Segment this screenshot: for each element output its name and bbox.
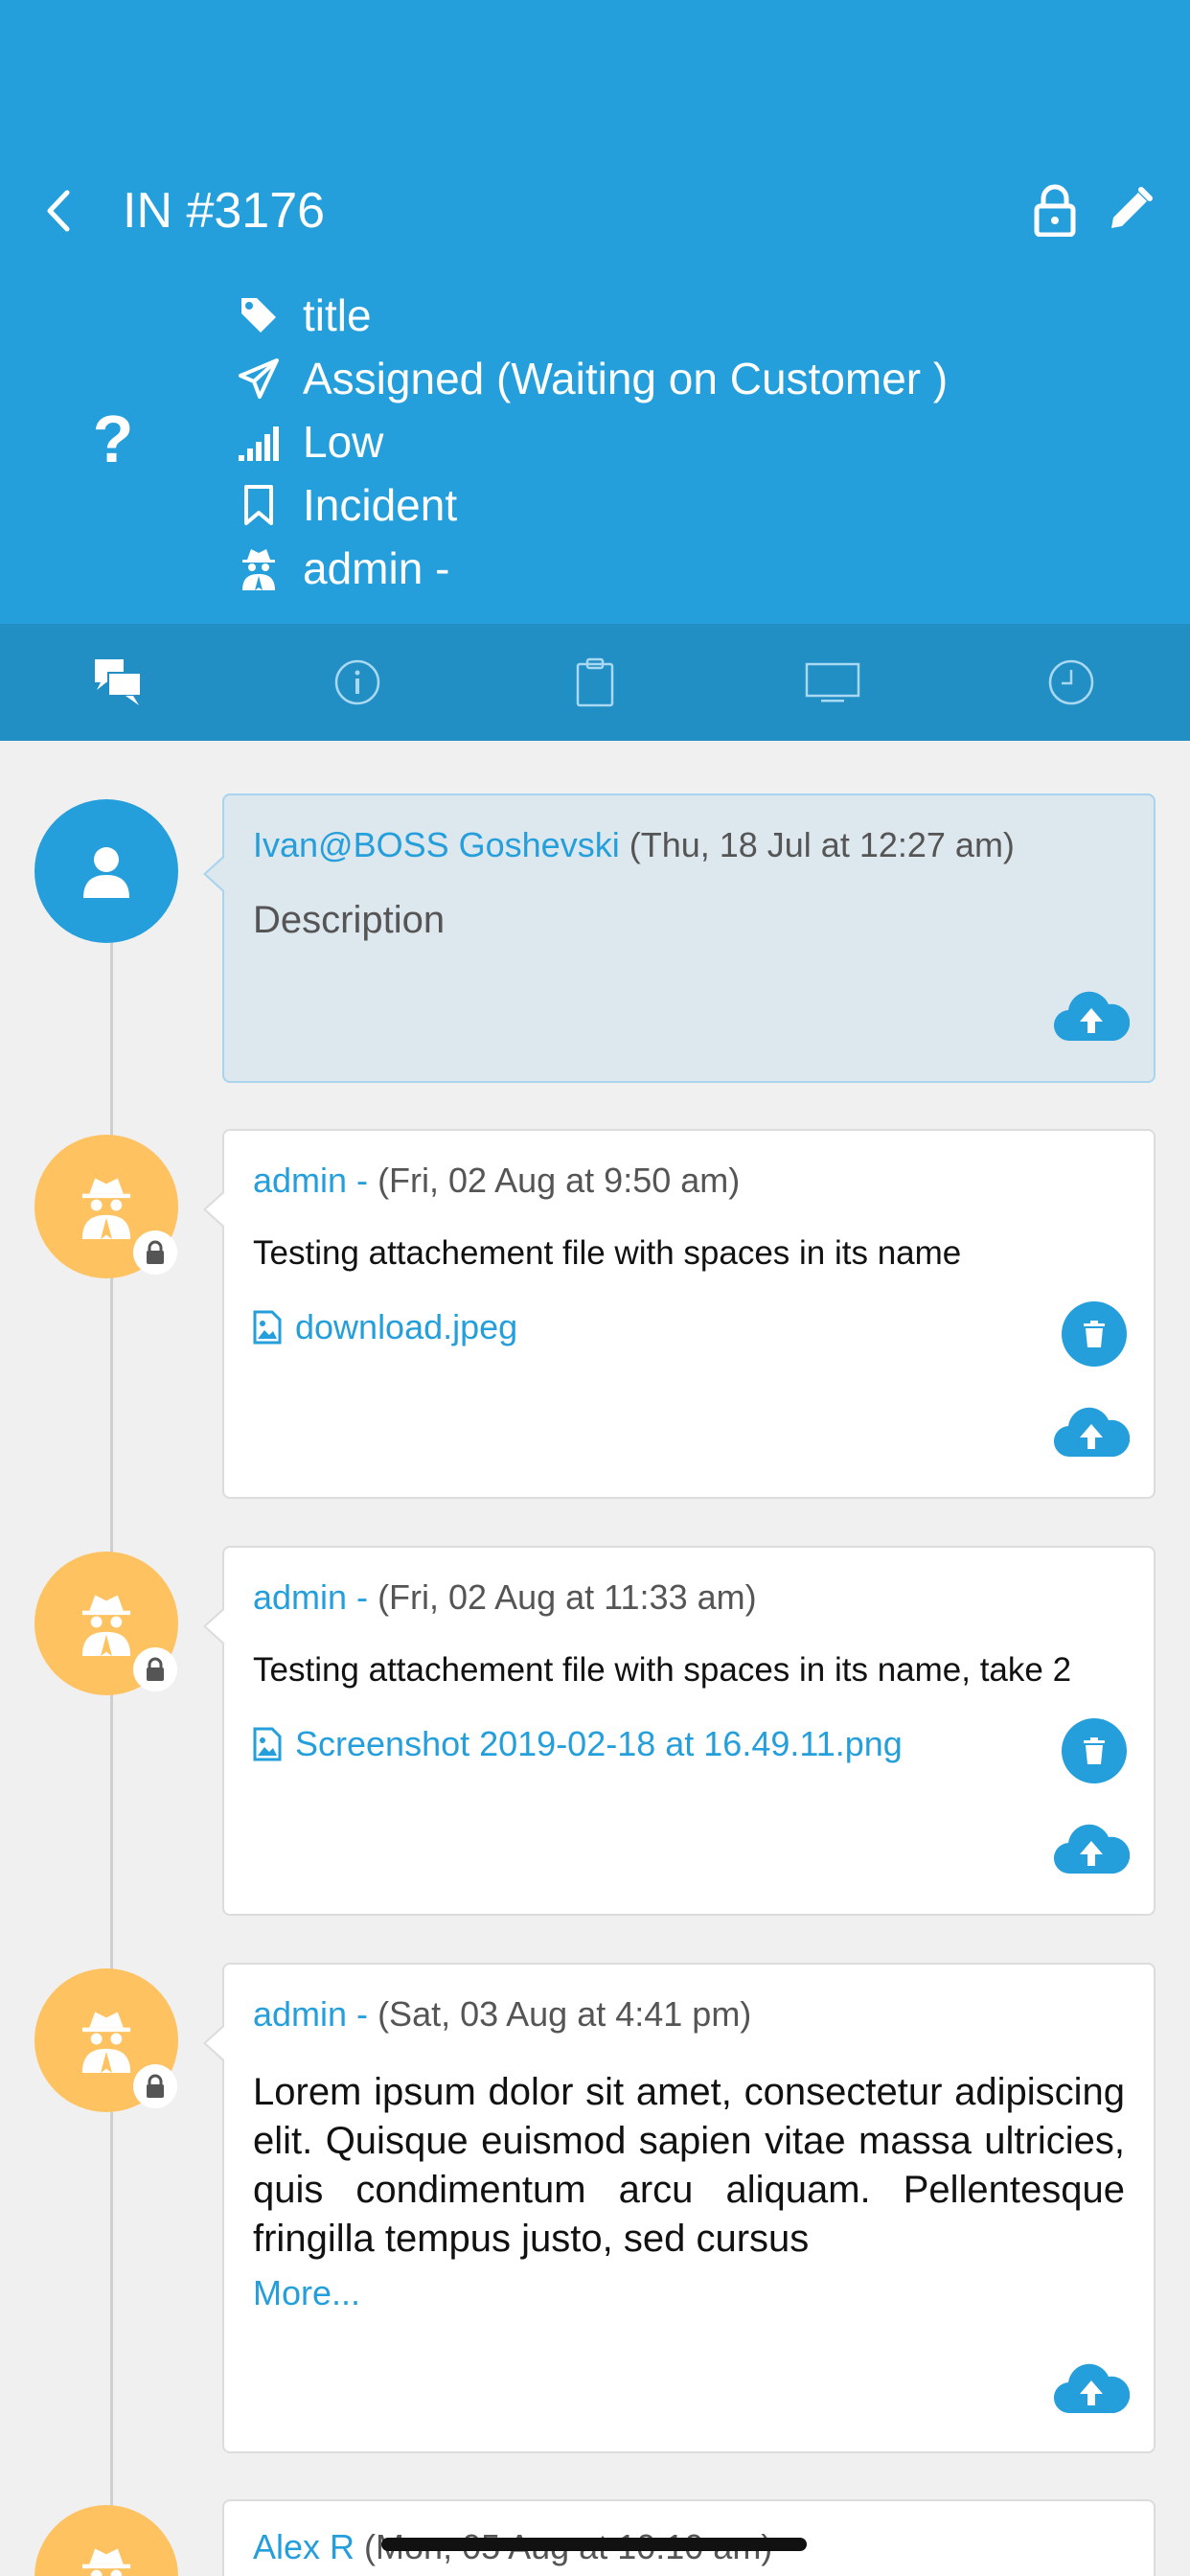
upload-button[interactable] [1052, 1818, 1131, 1877]
lock-icon [147, 1240, 164, 1264]
delete-attachment-button[interactable] [1062, 1718, 1127, 1783]
trash-icon [1084, 1737, 1105, 1764]
meta-status-row: Assigned (Waiting on Customer ) [236, 347, 948, 410]
meta-title-row: title [236, 284, 372, 347]
user-icon [83, 847, 129, 898]
agent-spy-icon [81, 1595, 131, 1656]
card-header: Ivan@BOSS Goshevski (Thu, 18 Jul at 12:2… [253, 824, 1015, 866]
meta-title: title [303, 290, 372, 340]
tab-history[interactable] [952, 624, 1190, 741]
avatar [34, 2505, 178, 2576]
agent-spy-icon [81, 1178, 131, 1239]
detail-tab-bar [0, 624, 1190, 741]
pencil-icon [1111, 187, 1153, 228]
clock-icon [1048, 659, 1094, 705]
meta-priority-row: Low [236, 410, 383, 473]
tab-tasks[interactable] [476, 624, 714, 741]
timeline-line [110, 843, 113, 2576]
page-title: IN #3176 [123, 183, 326, 239]
cloud-upload-icon [1054, 1824, 1130, 1874]
attachment-link[interactable]: Screenshot 2019-02-18 at 16.49.11.png [253, 1724, 903, 1764]
avatar [34, 799, 178, 943]
tab-conversation[interactable] [0, 624, 238, 741]
note-text: Lorem ipsum dolor sit amet, consectetur … [253, 2071, 1125, 2260]
private-badge [133, 2064, 177, 2108]
author-link[interactable]: admin - [253, 1161, 368, 1200]
lock-icon [1034, 184, 1076, 237]
chevron-left-icon [47, 190, 70, 232]
card-header: admin - (Sat, 03 Aug at 4:41 pm) [253, 1993, 751, 2036]
note-card: admin - (Fri, 02 Aug at 9:50 am) Testing… [203, 1129, 1156, 1499]
bookmark-icon [236, 482, 282, 528]
upload-button[interactable] [1052, 2358, 1131, 2417]
private-badge [133, 1230, 177, 1275]
signal-bars-icon [236, 419, 282, 465]
upload-button[interactable] [1052, 985, 1131, 1045]
clipboard-icon [576, 657, 614, 707]
send-icon [236, 356, 282, 402]
cloud-upload-icon [1054, 2363, 1130, 2414]
lock-button[interactable] [1023, 178, 1087, 242]
attachment-link[interactable]: download.jpeg [253, 1307, 517, 1347]
description-text: Description [253, 899, 446, 941]
agent-spy-icon [81, 2548, 131, 2576]
info-icon [334, 659, 379, 705]
image-file-icon [253, 1310, 282, 1345]
note-card: admin - (Sat, 03 Aug at 4:41 pm) Lorem i… [203, 1963, 1156, 2453]
meta-agent-row: admin - [236, 537, 449, 600]
edit-button[interactable] [1098, 178, 1161, 242]
image-file-icon [253, 1727, 282, 1761]
avatar [34, 1968, 178, 2112]
trash-icon [1084, 1321, 1105, 1347]
cloud-upload-icon [1054, 991, 1130, 1042]
card-pointer-inner [206, 2026, 225, 2060]
tab-devices[interactable] [714, 624, 951, 741]
private-badge [133, 1647, 177, 1691]
attachment-name: download.jpeg [295, 1307, 518, 1346]
meta-agent: admin - [303, 543, 450, 593]
author-link[interactable]: admin - [253, 1994, 368, 2034]
timestamp: (Fri, 02 Aug at 9:50 am) [378, 1161, 741, 1200]
upload-button[interactable] [1052, 1401, 1131, 1460]
meta-type: Incident [303, 480, 458, 530]
ticket-header: IN #3176 ? title Assigned (Waiting on Cu… [0, 0, 1190, 624]
meta-priority: Low [303, 417, 384, 467]
meta-type-row: Incident [236, 473, 457, 537]
more-link[interactable]: More... [253, 2273, 360, 2313]
back-button[interactable] [34, 182, 82, 240]
note-card: admin - (Fri, 02 Aug at 11:33 am) Testin… [203, 1546, 1156, 1916]
meta-status: Assigned (Waiting on Customer ) [303, 354, 949, 403]
card-pointer-inner [206, 1609, 225, 1644]
author-link[interactable]: Ivan@BOSS Goshevski [253, 825, 620, 864]
home-indicator[interactable] [381, 2538, 807, 2551]
note-text: Testing attachement file with spaces in … [253, 1651, 1072, 1689]
lock-icon [147, 1657, 164, 1681]
status-help-icon: ? [92, 402, 134, 476]
timestamp: (Sat, 03 Aug at 4:41 pm) [378, 1994, 752, 2034]
note-text: Testing attachement file with spaces in … [253, 1234, 962, 1272]
timestamp: (Fri, 02 Aug at 11:33 am) [378, 1577, 757, 1617]
card-header: admin - (Fri, 02 Aug at 11:33 am) [253, 1576, 757, 1619]
attachment-name: Screenshot 2019-02-18 at 16.49.11.png [295, 1724, 903, 1763]
delete-attachment-button[interactable] [1062, 1301, 1127, 1367]
card-pointer-inner [206, 1192, 225, 1227]
monitor-icon [806, 662, 860, 702]
avatar [34, 1552, 178, 1695]
tag-icon [236, 292, 282, 338]
tab-info[interactable] [238, 624, 475, 741]
lock-icon [147, 2074, 164, 2098]
cloud-upload-icon [1054, 1407, 1130, 1458]
avatar [34, 1135, 178, 1278]
agent-spy-icon [236, 545, 282, 591]
author-link[interactable]: Alex R [253, 2527, 355, 2566]
agent-spy-icon [81, 2012, 131, 2073]
card-header: admin - (Fri, 02 Aug at 9:50 am) [253, 1160, 740, 1202]
timestamp: (Thu, 18 Jul at 12:27 am) [629, 825, 1015, 864]
author-link[interactable]: admin - [253, 1577, 368, 1617]
description-card: Ivan@BOSS Goshevski (Thu, 18 Jul at 12:2… [203, 794, 1156, 1083]
card-pointer-inner [206, 857, 225, 891]
conversation-icon [95, 659, 143, 705]
